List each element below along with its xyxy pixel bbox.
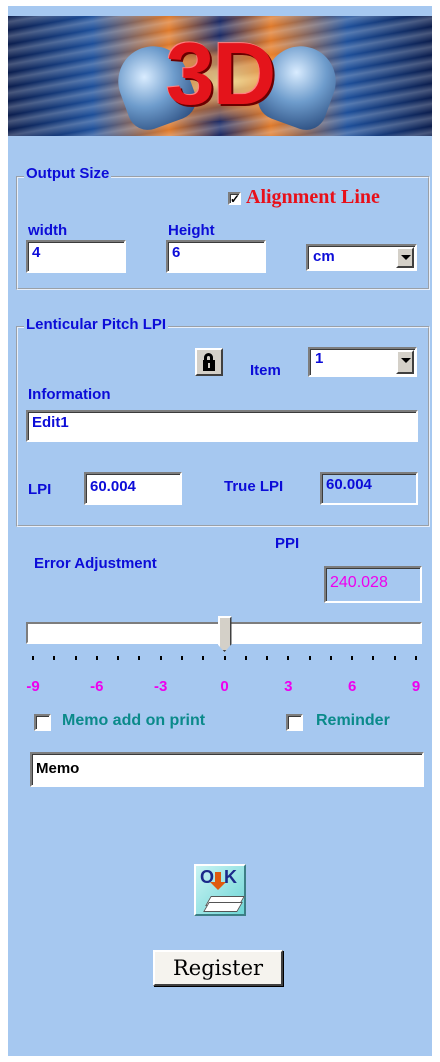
- alignment-line-checkbox[interactable]: ✓: [228, 192, 241, 205]
- lock-icon-body: [203, 360, 215, 371]
- height-input[interactable]: 6: [166, 240, 266, 273]
- output-size-title: Output Size: [24, 165, 112, 182]
- slider-tick: [329, 656, 332, 660]
- slider-tick: [393, 656, 396, 660]
- memo-add-on-print-checkbox[interactable]: [34, 714, 51, 731]
- slider-tick: [351, 656, 354, 660]
- lock-button[interactable]: [195, 348, 223, 376]
- slider-tick: [180, 656, 183, 660]
- down-arrow-icon: [210, 872, 226, 890]
- slider-tick: [117, 656, 120, 660]
- width-label: width: [28, 222, 68, 239]
- banner-image: 3D: [8, 16, 432, 136]
- lenticular-pitch-title: Lenticular Pitch LPI: [24, 316, 169, 333]
- memo-add-on-print-label: Memo add on print: [62, 712, 206, 729]
- true-lpi-value: 60.004: [320, 472, 418, 505]
- ppi-label: PPI: [275, 535, 300, 552]
- slider-tick: [308, 656, 311, 660]
- slider-scale-label: -3: [153, 678, 168, 695]
- item-select[interactable]: 1: [308, 347, 417, 377]
- reminder-checkbox[interactable]: [286, 714, 303, 731]
- unit-select[interactable]: cm: [306, 244, 417, 271]
- slider-scale-label: 3: [284, 678, 293, 695]
- slider-tick: [202, 656, 205, 660]
- height-label: Height: [168, 222, 215, 239]
- ok-letter-k: K: [224, 867, 237, 887]
- slider-tick: [159, 656, 162, 660]
- ppi-value: 240.028: [324, 566, 422, 603]
- slider-tick: [53, 656, 56, 660]
- slider-scale-label: 9: [411, 678, 421, 695]
- slider-tick: [415, 656, 417, 660]
- register-button[interactable]: Register: [153, 950, 283, 986]
- slider-tick: [138, 656, 141, 660]
- slider-tick: [287, 656, 290, 660]
- slider-tick: [266, 656, 269, 660]
- slider-tick: [74, 656, 77, 660]
- slider-scale-label: 0: [220, 678, 229, 695]
- banner-logo-text: 3D: [165, 24, 277, 123]
- paper-stack-icon-2: [203, 902, 243, 912]
- lpi-input[interactable]: 60.004: [84, 472, 182, 505]
- true-lpi-label: True LPI: [224, 478, 284, 495]
- unit-dropdown-arrow-icon[interactable]: [396, 247, 414, 268]
- reminder-label: Reminder: [316, 712, 390, 729]
- information-label: Information: [28, 386, 111, 403]
- item-label: Item: [250, 362, 281, 379]
- width-input[interactable]: 4: [26, 240, 126, 273]
- slider-scale-label: -9: [26, 678, 40, 695]
- item-select-value: 1: [315, 350, 324, 367]
- item-dropdown-arrow-icon[interactable]: [396, 350, 414, 374]
- slider-tick: [244, 656, 247, 660]
- lpi-label: LPI: [28, 481, 52, 498]
- slider-tick: [95, 656, 98, 660]
- unit-select-value: cm: [313, 248, 335, 265]
- alignment-line-label: Alignment Line: [246, 186, 380, 208]
- slider-scale-label: 6: [347, 678, 357, 695]
- information-input[interactable]: Edit1: [26, 410, 418, 442]
- ok-print-button[interactable]: O K: [194, 864, 246, 916]
- slider-tick: [372, 656, 375, 660]
- slider-tick: [223, 656, 226, 660]
- error-adjustment-label: Error Adjustment: [34, 555, 157, 572]
- slider-scale-label: -6: [90, 678, 104, 695]
- memo-input[interactable]: Memo: [30, 752, 424, 787]
- slider-tick: [32, 656, 34, 660]
